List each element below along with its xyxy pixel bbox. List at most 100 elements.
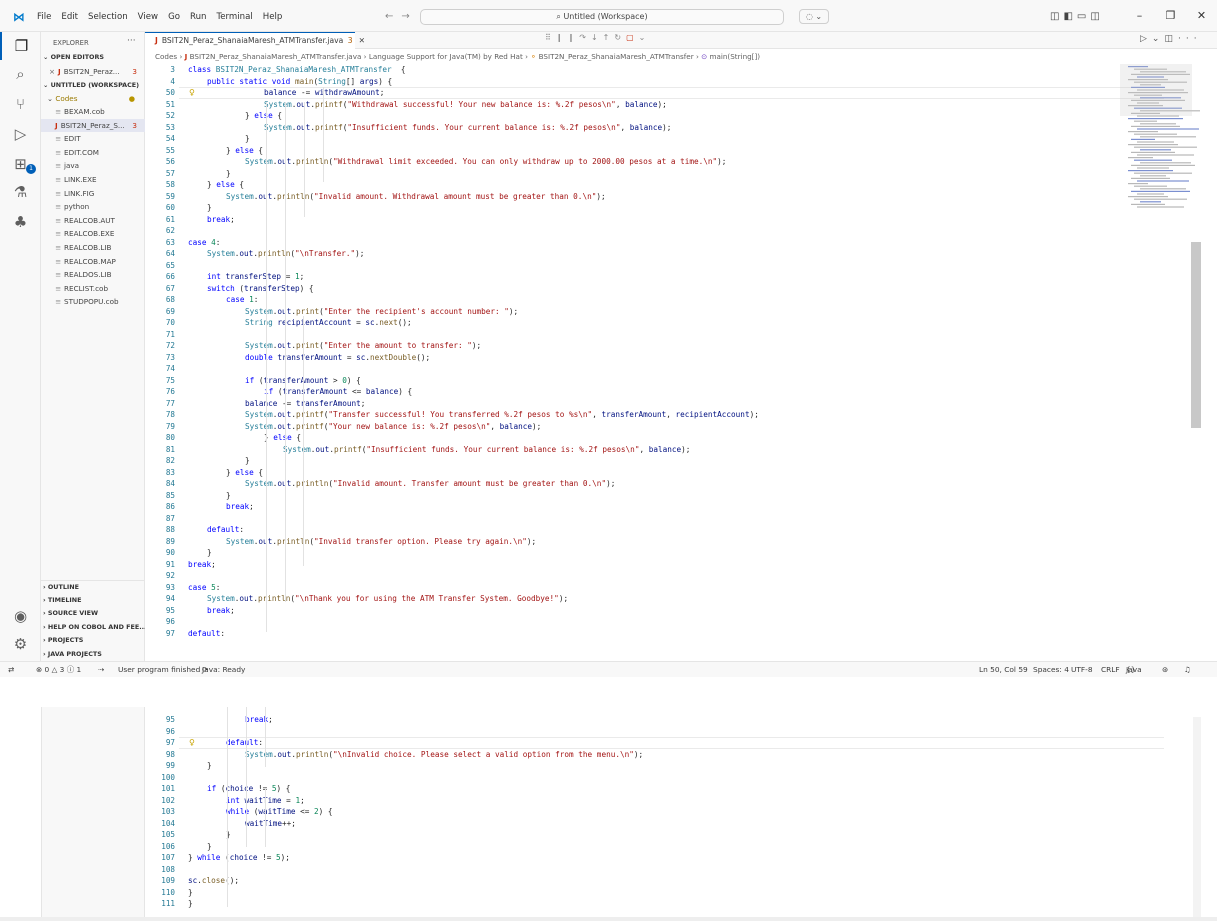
file-item[interactable]: ≡ REALCOB.MAP: [41, 255, 145, 268]
lightbulb-icon[interactable]: ♀: [189, 738, 195, 747]
file-item[interactable]: ≡ REALCOB.EXE: [41, 227, 145, 240]
close-icon[interactable]: ✕: [359, 36, 365, 45]
minimap-line: [1137, 193, 1164, 195]
file-item[interactable]: ≡ REALCOB.AUT: [41, 214, 145, 227]
command-center[interactable]: ⌕ Untitled (Workspace): [420, 9, 784, 25]
sidebar-section[interactable]: › TIMELINE: [41, 594, 145, 607]
code-line: }: [245, 456, 250, 465]
file-name: LINK.FIG: [64, 188, 95, 198]
remote-icon[interactable]: ⇄: [8, 662, 14, 677]
line-ending[interactable]: CRLF: [1101, 662, 1120, 677]
file-item[interactable]: J BSIT2N_Peraz_S... 3: [41, 118, 145, 132]
chevron-down-icon: ⌄: [43, 81, 51, 89]
minimap[interactable]: [1120, 62, 1200, 242]
menu-help[interactable]: Help: [263, 12, 283, 22]
line-number: 111: [161, 899, 175, 908]
file-item[interactable]: ≡ BEXAM.cob: [41, 105, 145, 118]
debug-badge: 1: [26, 164, 36, 174]
file-item[interactable]: ≡ LINK.FIG: [41, 187, 145, 200]
account-icon[interactable]: ◉: [0, 602, 41, 630]
search-icon[interactable]: ⌕: [0, 60, 41, 88]
sidebar-section[interactable]: › PROJECTS: [41, 634, 145, 647]
testing-icon[interactable]: ⚗: [0, 178, 41, 206]
file-item[interactable]: ≡ java: [41, 159, 145, 172]
file-item[interactable]: ≡ STUDPOPU.cob: [41, 295, 145, 308]
file-icon: ≡: [55, 134, 62, 144]
problems-indicator[interactable]: ⊗ 0 △ 3 ⓘ 1: [36, 662, 81, 677]
menu-view[interactable]: View: [138, 12, 158, 22]
line-number: 57: [165, 168, 175, 178]
menu-file[interactable]: File: [37, 12, 51, 22]
explorer-icon[interactable]: ❐: [0, 32, 41, 60]
minimize-icon[interactable]: –: [1124, 9, 1155, 22]
encoding[interactable]: UTF-8: [1071, 662, 1093, 677]
run-debug-icon[interactable]: ▷: [0, 120, 41, 148]
sidebar-section[interactable]: › SOURCE VIEW: [41, 607, 145, 620]
codes-folder[interactable]: ⌄ Codes ●: [41, 92, 145, 105]
scrollbar[interactable]: [1191, 242, 1201, 428]
file-name: REALCOB.LIB: [64, 243, 112, 252]
file-item[interactable]: ≡ python: [41, 200, 145, 213]
menu-go[interactable]: Go: [168, 12, 180, 22]
program-status[interactable]: User program finished: [118, 662, 200, 677]
line-number: 110: [161, 887, 175, 897]
section-label: SOURCE VIEW: [47, 609, 99, 618]
workspace-section[interactable]: ⌄ UNTITLED (WORKSPACE): [41, 79, 145, 92]
open-editors-section[interactable]: ⌄ OPEN EDITORS: [41, 51, 145, 64]
source-control-icon[interactable]: ⑂: [0, 90, 41, 118]
line-number: 70: [165, 318, 175, 327]
layout-icons[interactable]: ◫◧▭◫: [1050, 11, 1104, 22]
file-item[interactable]: ≡ LINK.EXE: [41, 173, 145, 186]
file-icon: ≡: [55, 202, 62, 212]
more-actions-icon[interactable]: ···: [127, 36, 136, 46]
file-item[interactable]: ≡ EDIT: [41, 132, 145, 145]
line-number: 79: [165, 421, 175, 431]
restore-icon[interactable]: ❐: [1155, 9, 1186, 22]
python-icon[interactable]: ♣: [0, 208, 41, 236]
sidebar-section[interactable]: › OUTLINE: [41, 580, 145, 593]
scrollbar-track[interactable]: [1193, 717, 1201, 917]
file-item[interactable]: ≡ REALDOS.LIB: [41, 268, 145, 281]
sidebar-section[interactable]: › JAVA PROJECTS: [41, 648, 145, 661]
file-item[interactable]: ≡ EDIT.COM: [41, 146, 145, 159]
copilot-icon[interactable]: ◌ ⌄: [799, 9, 829, 24]
problem-count: 3: [132, 120, 137, 130]
gear-icon[interactable]: ⚙: [0, 630, 41, 658]
code-line: } while (choice != 5);: [188, 853, 290, 862]
lightbulb-icon[interactable]: ♀: [189, 88, 195, 97]
menu-run[interactable]: Run: [190, 12, 206, 22]
nav-arrows-icon[interactable]: ←→: [385, 11, 418, 22]
menu-terminal[interactable]: Terminal: [216, 12, 252, 22]
open-editor-item[interactable]: × J BSIT2N_Peraz... 3: [41, 65, 145, 78]
file-name: BSIT2N_Peraz_S...: [60, 120, 125, 130]
indentation[interactable]: Spaces: 4: [1033, 662, 1069, 677]
cursor-position[interactable]: Ln 50, Col 59: [979, 662, 1028, 677]
code-line: break;: [207, 214, 235, 224]
close-icon[interactable]: ✕: [1186, 9, 1217, 22]
debug-toolbar[interactable]: ⠿❙❙↷↓↑↻▢⌄: [545, 33, 650, 42]
sidebar-section[interactable]: › HELP ON COBOL AND FEE...: [41, 621, 145, 634]
file-icon: ≡: [55, 188, 62, 198]
close-icon[interactable]: ×: [49, 67, 55, 76]
line-number: 100: [161, 772, 175, 782]
class-icon: ⚬: [530, 52, 537, 61]
line-number: 108: [161, 864, 175, 874]
line-number: 73: [165, 352, 175, 362]
minimap-viewport[interactable]: [1120, 64, 1192, 116]
notifications-icon[interactable]: ♫: [1184, 662, 1191, 677]
minimap-line: [1128, 118, 1183, 120]
menu-selection[interactable]: Selection: [88, 12, 128, 22]
editor-actions[interactable]: ▷⌄◫···: [1140, 34, 1202, 44]
explorer-header: EXPLORER: [53, 39, 89, 47]
extensions-icon[interactable]: ⊞: [0, 150, 41, 178]
bottom-edge: [0, 917, 1217, 921]
file-item[interactable]: ≡ RECLIST.cob: [41, 282, 145, 295]
code-line: waitTime++;: [245, 818, 296, 828]
file-item[interactable]: ≡ REALCOB.LIB: [41, 241, 145, 254]
copilot-status-icon[interactable]: ⊛: [1162, 662, 1168, 677]
line-number: 103: [161, 807, 175, 816]
line-number: 59: [165, 191, 175, 201]
tab-active-file[interactable]: J BSIT2N_Peraz_ShanaiaMaresh_ATMTransfer.…: [145, 32, 365, 49]
minimap-line: [1137, 154, 1194, 156]
menu-edit[interactable]: Edit: [61, 12, 78, 22]
